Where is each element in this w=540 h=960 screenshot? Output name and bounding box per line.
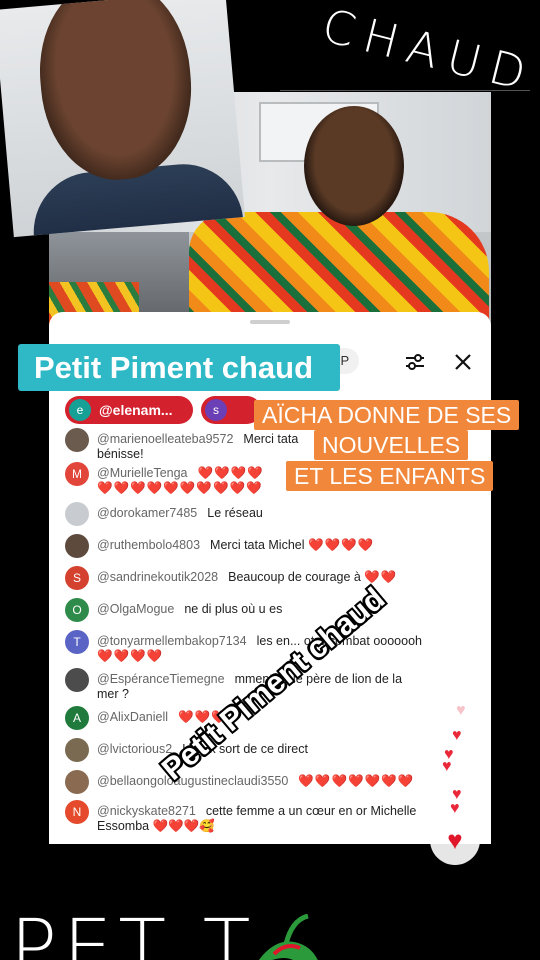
live-chat-panel: 0 XP e @elenam... s @ xyxy=(49,312,491,844)
avatar xyxy=(65,668,89,692)
comment-user: @bellaongoloaugustineclaudi3550 xyxy=(97,774,289,788)
filter-icon xyxy=(406,354,424,370)
comment-text: Merci tata xyxy=(243,432,299,446)
avatar: S xyxy=(65,566,89,590)
avatar: s xyxy=(205,399,227,421)
comment-user: @dorokamer7485 xyxy=(97,506,198,520)
caption-line: AÏCHA DONNE DE SES xyxy=(254,400,520,430)
comment-user: @nickyskate8271 xyxy=(97,804,196,818)
comment-text: Merci tata Michel xyxy=(210,538,305,552)
like-button[interactable]: ♥ xyxy=(430,815,480,865)
comment: @bellaongoloaugustineclaudi3550 ❤️❤️❤️❤️❤… xyxy=(65,770,475,794)
divider xyxy=(280,90,530,91)
comment: @lvictorious2 Ladyk sort de ce direct xyxy=(65,738,475,762)
comment: T @tonyarmellembakop7134 les en... otre c… xyxy=(65,630,475,664)
live-video-inset xyxy=(0,0,245,238)
comment-text: cette femme a un cœur en or Michelle xyxy=(205,804,417,818)
close-icon xyxy=(455,354,471,370)
caption-line: ET LES ENFANTS xyxy=(286,461,494,491)
avatar xyxy=(65,738,89,762)
comment-user: @EspéranceTiemegne xyxy=(97,672,225,686)
pepper-icon xyxy=(258,914,318,960)
comment-text: ❤️❤️❤️❤️❤️❤️❤️❤️❤️❤️ xyxy=(97,481,263,495)
comment-user: @ruthembolo4803 xyxy=(97,538,201,552)
heart-icon: ♥ xyxy=(447,824,463,855)
avatar xyxy=(65,502,89,526)
comment-user: @tonyarmellembakop7134 xyxy=(97,634,247,648)
comment-text: Essomba ❤️❤️❤️🥰 xyxy=(97,819,215,833)
chip-label: @elenam... xyxy=(99,402,173,418)
avatar xyxy=(65,428,89,452)
heart-icon: ♥ xyxy=(456,702,466,719)
comment: N @nickyskate8271 cette femme a un cœur e… xyxy=(65,800,475,834)
person-head xyxy=(304,106,404,226)
comment-user: @sandrinekoutik2028 xyxy=(97,570,219,584)
comment-text: ❤️❤️❤️❤️ xyxy=(197,466,264,480)
filter-button[interactable] xyxy=(401,348,429,376)
comment: O @OlgaMogue ne di plus où u es xyxy=(65,598,475,622)
comment-text: Beaucoup de courage à xyxy=(228,570,361,584)
comment-text: Le réseau xyxy=(207,506,263,520)
avatar: e xyxy=(69,399,91,421)
comment-hearts: ❤️❤️❤️❤️ xyxy=(308,538,375,552)
heart-icon: ♥ xyxy=(452,727,462,744)
comment-text: mer ? xyxy=(97,687,129,701)
comment-text: bénisse! xyxy=(97,447,144,461)
handwriting-text: CHAUD xyxy=(316,0,540,103)
comment-user: @MurielleTenga xyxy=(97,466,188,480)
close-button[interactable] xyxy=(449,348,477,376)
person-face xyxy=(32,0,199,186)
caption-line: NOUVELLES xyxy=(314,430,469,460)
heart-icon: ♥ xyxy=(442,758,452,775)
handwriting-text: PET T xyxy=(10,904,257,960)
comment: @dorokamer7485 Le réseau xyxy=(65,502,475,526)
title-banner: Petit Piment chaud xyxy=(18,344,340,391)
avatar: O xyxy=(65,598,89,622)
comment-hearts: ❤️❤️❤️❤️❤️❤️❤️ xyxy=(298,774,415,788)
avatar: N xyxy=(65,800,89,824)
comment: @ruthembolo4803 Merci tata Michel ❤️❤️❤️❤… xyxy=(65,534,475,558)
bottom-handwriting: PET T xyxy=(10,900,540,960)
avatar xyxy=(65,770,89,794)
comment-text: ne di plus où u es xyxy=(184,602,283,616)
comment-user: @AlixDaniell xyxy=(97,710,169,724)
avatar xyxy=(65,534,89,558)
avatar: A xyxy=(65,706,89,730)
comment-list[interactable]: @marienoelleateba9572 Merci tata bénisse! … xyxy=(49,428,491,844)
avatar: M xyxy=(65,462,89,486)
avatar: T xyxy=(65,630,89,654)
supporter-chip[interactable]: e @elenam... xyxy=(65,396,193,424)
comment: S @sandrinekoutik2028 Beaucoup de courage… xyxy=(65,566,475,590)
supporter-chip[interactable]: s xyxy=(201,396,261,424)
comment-text: ❤️❤️❤️❤️ xyxy=(97,649,164,663)
comment-user: @OlgaMogue xyxy=(97,602,175,616)
drag-handle[interactable] xyxy=(250,320,290,324)
comment-user: @marienoelleateba9572 xyxy=(97,432,234,446)
